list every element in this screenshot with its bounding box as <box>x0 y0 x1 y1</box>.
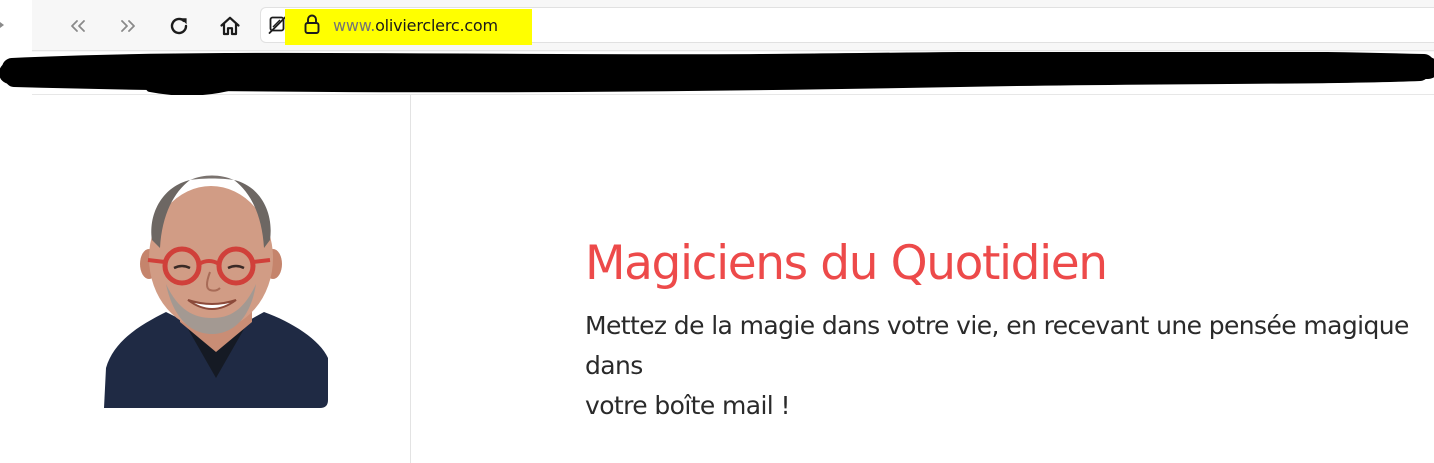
author-portrait <box>104 175 328 408</box>
page-tagline: Mettez de la magie dans votre vie, en re… <box>585 306 1434 426</box>
double-chevron-right-icon <box>121 20 135 32</box>
reload-button[interactable] <box>163 10 195 42</box>
double-chevron-left-icon <box>71 20 85 32</box>
home-button[interactable] <box>214 10 246 42</box>
url-domain: olivierclerc.com <box>375 16 498 35</box>
back-button[interactable] <box>62 10 94 42</box>
small-arrow-icon <box>0 22 4 28</box>
browser-window: www.olivierclerc.com Magiciens du Quotid… <box>0 0 1434 463</box>
url-prefix: www. <box>333 16 376 35</box>
lock-icon[interactable] <box>303 13 321 35</box>
sidebar-divider <box>410 95 411 463</box>
forward-button[interactable] <box>112 10 144 42</box>
toolbar-divider <box>32 50 1434 51</box>
reload-icon <box>170 17 188 35</box>
page-headline: Magiciens du Quotidien <box>585 236 1108 291</box>
url-text[interactable]: www.olivierclerc.com <box>333 15 498 37</box>
home-icon <box>220 16 240 36</box>
tagline-line-1: Mettez de la magie dans votre vie, en re… <box>585 311 1409 380</box>
redaction-scribble <box>0 52 1434 95</box>
tagline-line-2: votre boîte mail ! <box>585 391 791 420</box>
